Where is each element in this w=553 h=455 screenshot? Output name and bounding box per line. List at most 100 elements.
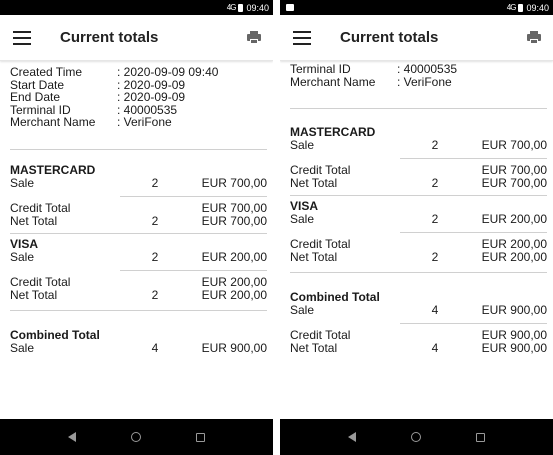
merchant-label: Merchant Name <box>290 74 376 89</box>
app-bar: Current totals <box>0 15 273 61</box>
status-bar: 4G 09:40 <box>0 0 273 15</box>
navigation-bar <box>0 419 273 455</box>
battery-icon <box>518 3 524 12</box>
net-amount: EUR 200,00 <box>481 250 547 264</box>
merchant-label: Merchant Name <box>10 115 96 129</box>
net-count: 4 <box>431 341 439 355</box>
totals-content[interactable]: Created Time : 2020-09-09 09:40 Start Da… <box>10 61 267 419</box>
net-amount: EUR 700,00 <box>481 176 547 190</box>
page-title: Current totals <box>340 29 439 46</box>
sale-amount: EUR 900,00 <box>481 303 547 317</box>
end-label: End Date <box>10 90 61 104</box>
sale-amount: EUR 200,00 <box>481 212 547 226</box>
net-label: Net Total <box>10 213 58 228</box>
credit-label: Credit Total <box>10 274 71 289</box>
mastercard-heading: MASTERCARD <box>290 125 376 139</box>
status-bar: 4G 09:40 <box>280 0 553 15</box>
net-label: Net Total <box>290 250 338 264</box>
sale-count: 2 <box>431 212 439 226</box>
credit-amount: EUR 200,00 <box>201 274 267 289</box>
info-row-merchant: Merchant Name : VeriFone <box>290 74 547 89</box>
merchant-value: : VeriFone <box>397 74 452 89</box>
sale-count: 2 <box>151 249 159 264</box>
hamburger-icon[interactable] <box>13 30 31 45</box>
hamburger-icon[interactable] <box>293 30 311 45</box>
info-row-created: Created Time : 2020-09-09 09:40 <box>10 66 267 79</box>
sale-count: 4 <box>151 340 159 355</box>
visa-net-row: Net Total 2 EUR 200,00 <box>10 287 267 302</box>
sale-count: 4 <box>431 303 439 317</box>
visa-sale-row: Sale 2 EUR 200,00 <box>290 213 547 226</box>
created-value: : 2020-09-09 09:40 <box>117 65 219 79</box>
sale-count: 2 <box>431 138 439 152</box>
recents-square-icon[interactable] <box>476 432 486 442</box>
sale-label: Sale <box>290 212 315 226</box>
mastercard-sale-row: Sale 2 EUR 700,00 <box>290 139 547 152</box>
signal-icon: 4G <box>506 3 517 12</box>
net-label: Net Total <box>290 341 338 355</box>
notification-icon <box>286 4 294 11</box>
combined-heading: Combined Total <box>290 290 380 304</box>
printer-icon[interactable] <box>247 31 261 44</box>
net-count: 2 <box>431 250 439 264</box>
status-time: 09:40 <box>526 2 549 13</box>
totals-content[interactable]: Terminal ID : 40000535 Merchant Name : V… <box>290 61 547 419</box>
sale-amount: EUR 200,00 <box>201 249 267 264</box>
recents-square-icon[interactable] <box>196 432 206 442</box>
created-label: Created Time <box>10 65 83 79</box>
visa-net-row: Net Total 2 EUR 200,00 <box>290 251 547 264</box>
combined-sale-row: Sale 4 EUR 900,00 <box>290 304 547 317</box>
sale-amount: EUR 700,00 <box>481 138 547 152</box>
visa-sale-row: Sale 2 EUR 200,00 <box>10 249 267 264</box>
battery-icon <box>238 3 244 12</box>
signal-icon: 4G <box>226 3 237 12</box>
phone-screen-left: 4G 09:40 Current totals Created Time : 2… <box>0 0 273 455</box>
back-triangle-icon[interactable] <box>347 432 356 442</box>
merchant-value: : VeriFone <box>117 115 172 129</box>
mastercard-sale-row: Sale 2 EUR 700,00 <box>10 175 267 190</box>
status-time: 09:40 <box>246 2 269 13</box>
sale-amount: EUR 700,00 <box>201 175 267 190</box>
net-count: 2 <box>431 176 439 190</box>
credit-amount: EUR 700,00 <box>201 200 267 215</box>
home-circle-icon[interactable] <box>410 432 421 442</box>
net-amount: EUR 700,00 <box>201 213 267 228</box>
mastercard-net-row: Net Total 2 EUR 700,00 <box>290 177 547 190</box>
net-amount: EUR 200,00 <box>201 287 267 302</box>
navigation-bar <box>280 419 553 455</box>
sale-label: Sale <box>10 340 35 355</box>
home-circle-icon[interactable] <box>130 432 141 442</box>
combined-sale-row: Sale 4 EUR 900,00 <box>10 340 267 355</box>
info-row-end: End Date : 2020-09-09 <box>10 91 267 104</box>
mastercard-net-row: Net Total 2 EUR 700,00 <box>10 213 267 228</box>
net-amount: EUR 900,00 <box>481 341 547 355</box>
combined-net-row: Net Total 4 EUR 900,00 <box>290 342 547 355</box>
printer-icon[interactable] <box>527 31 541 44</box>
terminal-label: Terminal ID <box>290 62 351 76</box>
net-count: 2 <box>151 213 159 228</box>
sale-label: Sale <box>10 175 35 190</box>
visa-heading: VISA <box>290 199 319 213</box>
phone-screen-right: 4G 09:40 Current totals Terminal ID : 40… <box>280 0 553 455</box>
end-value: : 2020-09-09 <box>117 90 186 104</box>
credit-label: Credit Total <box>10 200 71 215</box>
net-count: 2 <box>151 287 159 302</box>
combined-heading: Combined Total <box>10 327 100 342</box>
mastercard-heading: MASTERCARD <box>10 162 96 177</box>
page-title: Current totals <box>60 29 159 46</box>
app-bar: Current totals <box>280 15 553 61</box>
info-row-merchant: Merchant Name : VeriFone <box>10 116 267 129</box>
sale-label: Sale <box>290 303 315 317</box>
sale-label: Sale <box>290 138 315 152</box>
terminal-value: : 40000535 <box>397 62 458 76</box>
sale-count: 2 <box>151 175 159 190</box>
net-label: Net Total <box>10 287 58 302</box>
mastercard-credit-row: Credit Total EUR 700,00 <box>10 200 267 215</box>
sale-amount: EUR 900,00 <box>201 340 267 355</box>
visa-credit-row: Credit Total EUR 200,00 <box>10 274 267 289</box>
info-row-terminal: Terminal ID : 40000535 <box>290 63 547 76</box>
sale-label: Sale <box>10 249 35 264</box>
visa-heading: VISA <box>10 236 39 251</box>
back-triangle-icon[interactable] <box>67 432 76 442</box>
net-label: Net Total <box>290 176 338 190</box>
